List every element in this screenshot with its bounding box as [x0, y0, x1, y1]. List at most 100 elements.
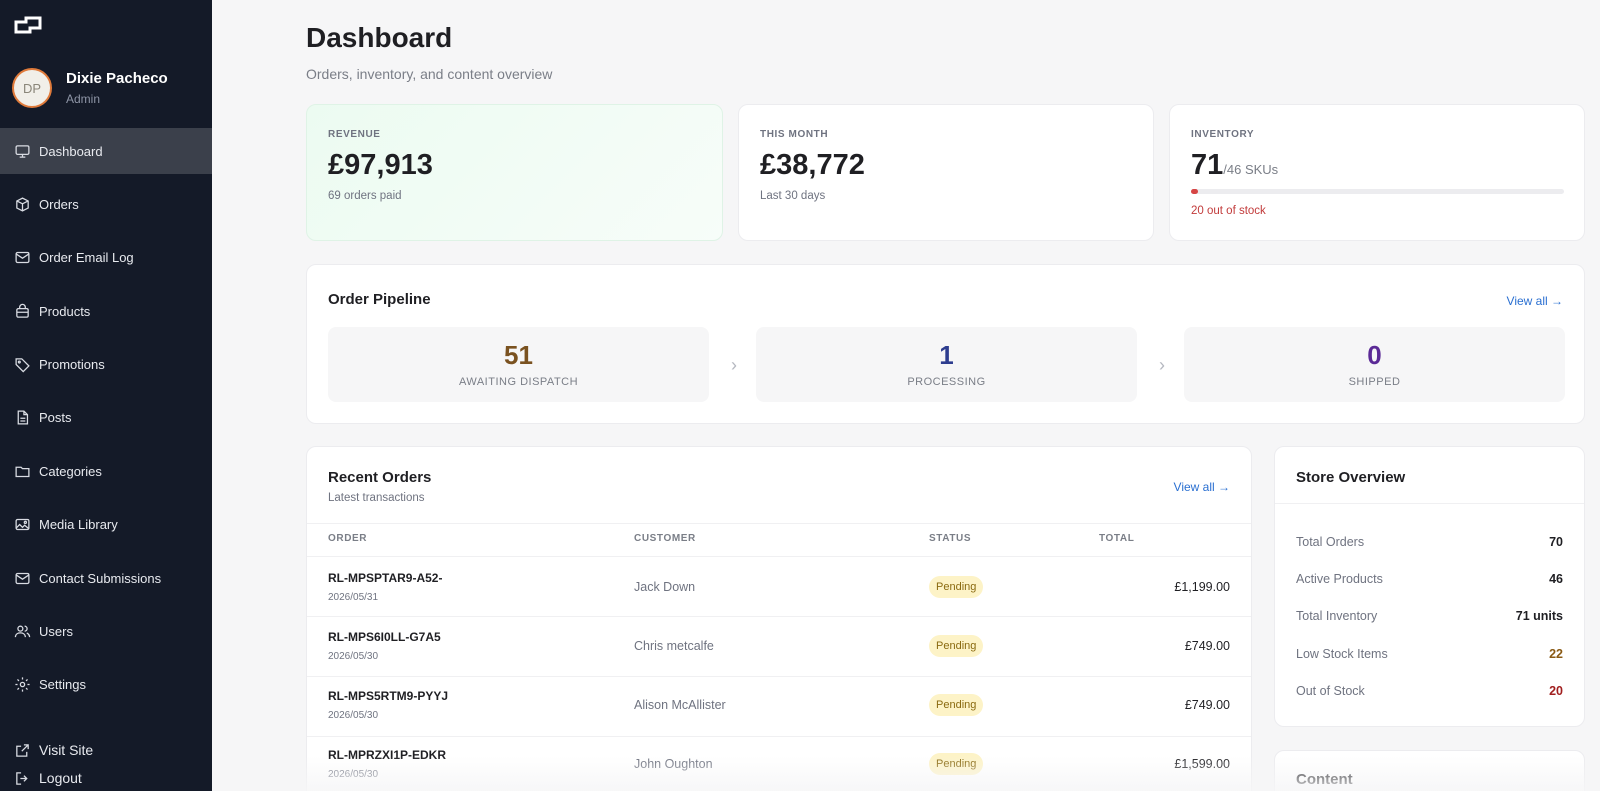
pipeline-stage-shipped[interactable]: 0 SHIPPED [1184, 327, 1565, 402]
chevron-right-icon: › [731, 355, 737, 375]
this-month-label: THIS MONTH [760, 129, 829, 140]
sidebar-item-label: Order Email Log [39, 250, 134, 266]
inventory-progress-bar [1191, 189, 1564, 194]
mail-icon [15, 572, 30, 584]
sidebar-item-order-email-log[interactable]: Order Email Log [0, 235, 212, 281]
user-name: Dixie Pacheco [66, 70, 168, 87]
pipeline-stage-awaiting-dispatch[interactable]: 51 AWAITING DISPATCH [328, 327, 709, 402]
pipeline-label: SHIPPED [1348, 376, 1401, 388]
sidebar-nav: Dashboard Orders Order Email Log Product… [0, 128, 212, 715]
store-overview-card: Store Overview Total Orders 70 Active Pr… [1274, 446, 1585, 727]
sidebar-item-settings[interactable]: Settings [0, 662, 212, 708]
pipeline-count: 1 [939, 340, 954, 370]
this-month-card: THIS MONTH £38,772 Last 30 days [738, 104, 1154, 241]
mail-icon [15, 252, 30, 264]
pipeline-stage-processing[interactable]: 1 PROCESSING [756, 327, 1137, 402]
sidebar-item-label: Users [39, 624, 73, 640]
pipeline-view-all-link[interactable]: View all → [1507, 294, 1563, 308]
visit-site-label: Visit Site [39, 742, 94, 758]
box-icon [16, 197, 29, 212]
sidebar-item-label: Promotions [39, 357, 105, 373]
logout-icon [16, 771, 28, 785]
sidebar-item-products[interactable]: Products [0, 288, 212, 334]
table-row[interactable]: RL-MPSPTAR9-A52- 2026/05/31 Jack Down Pe… [307, 557, 1251, 616]
order-date: 2026/05/30 [328, 651, 379, 662]
pipeline-label: PROCESSING [907, 376, 986, 388]
sidebar-item-promotions[interactable]: Promotions [0, 342, 212, 388]
column-header-order[interactable]: ORDER [328, 533, 367, 544]
overview-total-inventory: Total Inventory 71 units [1296, 609, 1563, 629]
order-pipeline-title: Order Pipeline [328, 291, 431, 308]
overview-label: Active Products [1296, 572, 1383, 586]
inventory-out-of-stock: 20 out of stock [1191, 205, 1266, 217]
order-customer: Chris metcalfe [634, 639, 714, 653]
order-id[interactable]: RL-MPSPTAR9-A52- [328, 571, 442, 585]
overview-total-orders: Total Orders 70 [1296, 535, 1563, 555]
page-subtitle: Orders, inventory, and content overview [306, 66, 553, 82]
status-badge: Pending [929, 694, 984, 716]
chevron-right-icon: › [1159, 355, 1165, 375]
bag-icon [16, 303, 29, 318]
main-content: Dashboard Orders, inventory, and content… [212, 0, 1600, 791]
table-row[interactable]: RL-MPS6I0LL-G7A5 2026/05/30 Chris metcal… [307, 617, 1251, 676]
logout-button[interactable]: Logout [0, 766, 212, 790]
orders-view-all-link[interactable]: View all → [1174, 480, 1230, 494]
document-icon [17, 410, 29, 425]
revenue-label: REVENUE [328, 129, 381, 140]
sidebar-item-posts[interactable]: Posts [0, 395, 212, 441]
order-date: 2026/05/31 [328, 592, 379, 603]
status-badge: Pending [929, 576, 984, 598]
order-total: £1,599.00 [1174, 757, 1230, 771]
sidebar-item-categories[interactable]: Categories [0, 448, 212, 494]
order-id[interactable]: RL-MPS5RTM9-PYYJ [328, 689, 448, 703]
sidebar-item-label: Contact Submissions [39, 570, 162, 586]
recent-orders-title: Recent Orders [328, 469, 432, 486]
status-badge: Pending [929, 753, 984, 775]
sidebar-item-users[interactable]: Users [0, 609, 212, 655]
monitor-icon [15, 144, 30, 158]
revenue-sub: 69 orders paid [328, 190, 402, 202]
sidebar-item-dashboard[interactable]: Dashboard [0, 128, 212, 174]
overview-value: 20 [1549, 684, 1563, 698]
sidebar-item-label: Dashboard [39, 143, 103, 159]
page-title: Dashboard [306, 22, 453, 53]
user-profile[interactable]: DP Dixie Pacheco Admin [12, 68, 168, 108]
table-row[interactable]: RL-MPRZXI1P-EDKR 2026/05/30 John Oughton… [307, 737, 1251, 791]
inventory-count: 71 [1191, 149, 1224, 181]
column-header-status[interactable]: STATUS [929, 533, 971, 544]
order-id[interactable]: RL-MPRZXI1P-EDKR [328, 748, 446, 762]
sidebar-item-media-library[interactable]: Media Library [0, 502, 212, 548]
sidebar: DP Dixie Pacheco Admin Dashboard Orders … [0, 0, 212, 791]
inventory-unit: /46 SKUs [1223, 162, 1279, 177]
sidebar-item-contact-submissions[interactable]: Contact Submissions [0, 555, 212, 601]
order-date: 2026/05/30 [328, 710, 379, 721]
visit-site-link[interactable]: Visit Site [0, 738, 212, 762]
recent-orders-card: Recent Orders Latest transactions View a… [306, 446, 1252, 791]
order-customer: Jack Down [634, 580, 696, 594]
tag-icon [15, 358, 30, 373]
sidebar-item-orders[interactable]: Orders [0, 181, 212, 227]
table-row[interactable]: RL-MPS5RTM9-PYYJ 2026/05/30 Alison McAll… [307, 677, 1251, 736]
brand-logo-icon[interactable] [14, 16, 42, 36]
overview-value: 22 [1549, 647, 1563, 661]
order-total: £1,199.00 [1174, 580, 1230, 594]
content-title: Content [1296, 771, 1353, 788]
sidebar-item-label: Products [39, 303, 91, 319]
inventory-card: INVENTORY 71/46 SKUs 20 out of stock [1169, 104, 1585, 241]
order-id[interactable]: RL-MPS6I0LL-G7A5 [328, 630, 441, 644]
folder-icon [15, 466, 30, 477]
logout-label: Logout [39, 770, 82, 786]
pipeline-count: 0 [1367, 340, 1382, 370]
content-card: Content [1274, 750, 1585, 791]
order-pipeline-card: Order Pipeline View all → 51 AWAITING DI… [306, 264, 1585, 424]
this-month-value: £38,772 [760, 149, 865, 181]
users-icon [14, 625, 31, 638]
sidebar-item-label: Categories [39, 463, 102, 479]
inventory-progress-fill [1191, 189, 1199, 194]
overview-value: 46 [1549, 572, 1563, 586]
column-header-customer[interactable]: CUSTOMER [634, 533, 696, 544]
sidebar-item-label: Settings [39, 677, 86, 693]
avatar: DP [12, 68, 52, 108]
overview-label: Low Stock Items [1296, 647, 1388, 661]
column-header-total[interactable]: TOTAL [1099, 533, 1134, 544]
